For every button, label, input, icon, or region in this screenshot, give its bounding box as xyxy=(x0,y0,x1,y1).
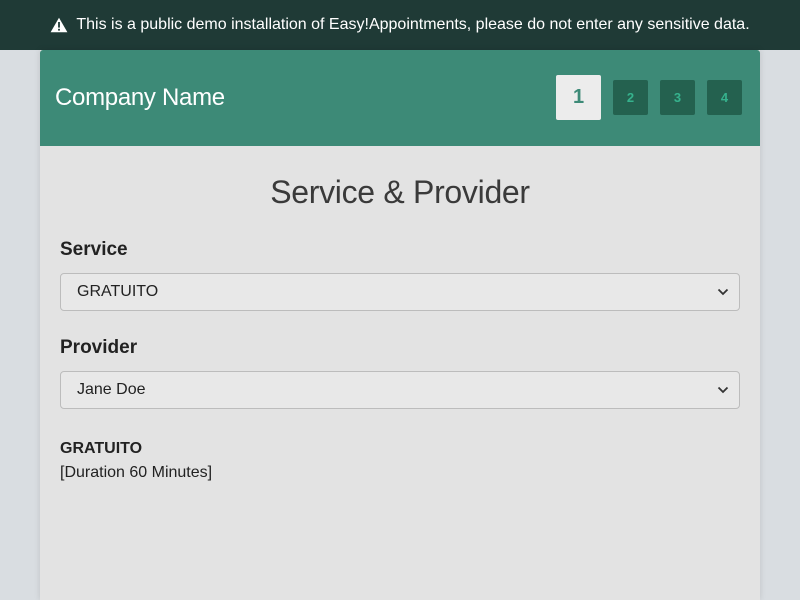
service-details: GRATUITO [Duration 60 Minutes] xyxy=(60,437,740,485)
step-3[interactable]: 3 xyxy=(660,80,695,115)
wizard-steps: 1 2 3 4 xyxy=(556,75,742,120)
service-label: Service xyxy=(60,239,128,260)
wizard-header: Company Name 1 2 3 4 xyxy=(40,50,760,146)
chevron-down-icon xyxy=(717,386,729,394)
provider-select[interactable]: Jane Doe xyxy=(60,371,740,409)
step-4[interactable]: 4 xyxy=(707,80,742,115)
provider-label: Provider xyxy=(60,337,138,358)
wizard-content: Service & Provider Service GRATUITO Prov… xyxy=(40,146,760,485)
step-2[interactable]: 2 xyxy=(613,80,648,115)
demo-warning-text: This is a public demo installation of Ea… xyxy=(76,16,750,33)
warning-icon xyxy=(50,17,68,33)
chevron-down-icon xyxy=(717,288,729,296)
service-details-name: GRATUITO xyxy=(60,440,143,457)
provider-select-value: Jane Doe xyxy=(77,381,146,398)
service-select-value: GRATUITO xyxy=(77,283,159,300)
service-details-duration: [Duration 60 Minutes] xyxy=(60,464,213,481)
service-select[interactable]: GRATUITO xyxy=(60,273,740,311)
demo-warning-banner: This is a public demo installation of Ea… xyxy=(0,0,800,50)
step-1[interactable]: 1 xyxy=(556,75,601,120)
page-title: Service & Provider xyxy=(270,174,530,210)
company-name: Company Name xyxy=(55,84,225,111)
booking-wizard: Company Name 1 2 3 4 Service & Provider … xyxy=(40,50,760,600)
